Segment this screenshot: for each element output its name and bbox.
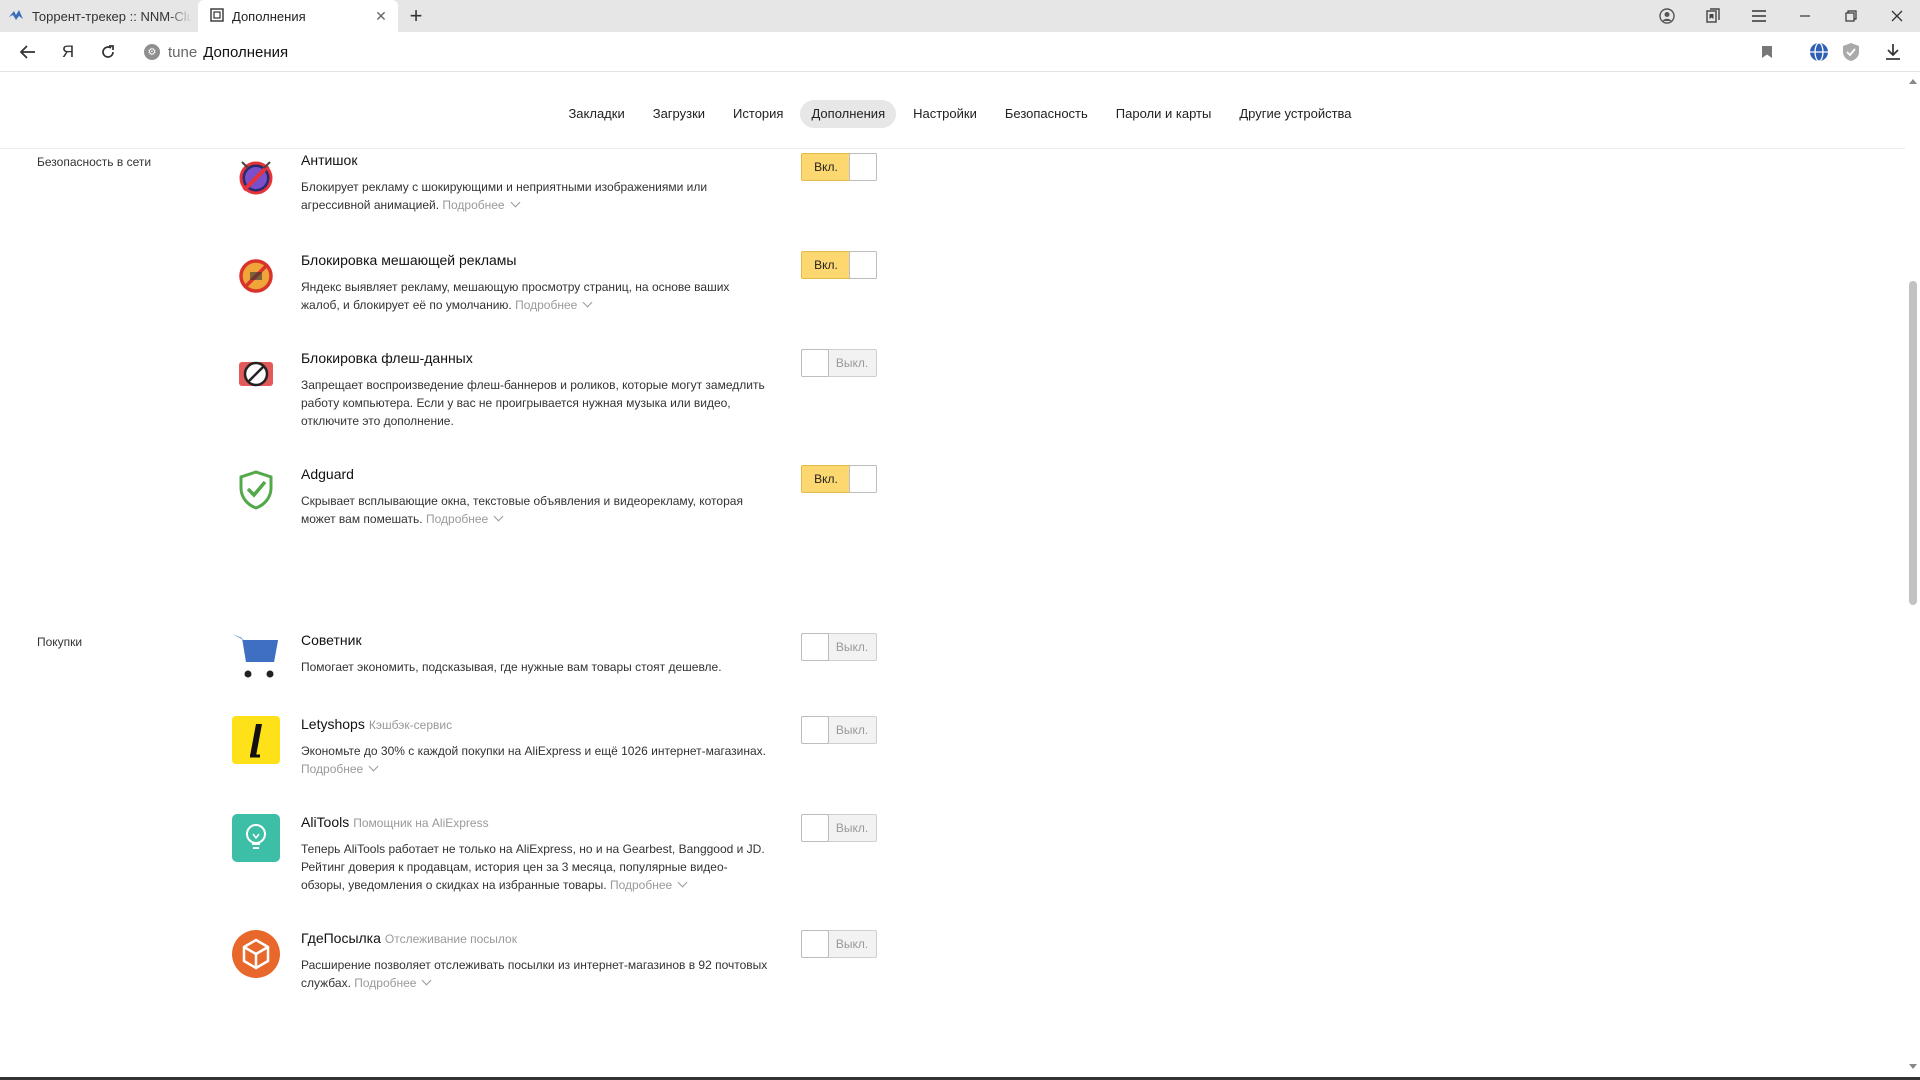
profile-icon[interactable] <box>1644 0 1690 32</box>
site-settings-icon[interactable]: ⚙ <box>144 44 160 60</box>
restore-icon[interactable] <box>1828 0 1874 32</box>
settings-tabs: Закладки Загрузки История Дополнения Нас… <box>0 100 1920 128</box>
extension-name: Антишок <box>301 152 358 168</box>
scroll-down-icon[interactable] <box>1909 1064 1917 1069</box>
tab-nnm-club[interactable]: Торрент-трекер :: NNM-Club <box>0 0 196 32</box>
more-link[interactable]: Подробнее <box>442 197 521 212</box>
antishock-icon <box>232 152 280 200</box>
tab-extensions[interactable]: Дополнения ✕ <box>198 0 398 32</box>
header-divider <box>0 148 1905 149</box>
scroll-up-icon[interactable] <box>1909 79 1917 84</box>
extension-description: Помогает экономить, подсказывая, где нуж… <box>301 660 722 674</box>
bookmark-icon[interactable] <box>1753 38 1781 66</box>
section-title-shopping: Покупки <box>37 635 83 649</box>
extension-description: Блокирует рекламу с шокирующими и неприя… <box>301 180 708 212</box>
flash-block-icon <box>232 350 280 398</box>
window-controls <box>1644 0 1920 32</box>
extension-description: Скрывает всплывающие окна, текстовые объ… <box>301 494 743 526</box>
protect-shield-icon[interactable] <box>1837 38 1865 66</box>
downloads-icon[interactable] <box>1879 38 1907 66</box>
minimize-icon[interactable] <box>1782 0 1828 32</box>
chevron-down-icon <box>368 761 379 772</box>
shopping-cart-icon <box>232 632 280 680</box>
collections-icon[interactable] <box>1690 0 1736 32</box>
address-bar[interactable]: ⚙ tune Дополнения <box>134 37 1760 67</box>
settings-tab-downloads[interactable]: Загрузки <box>642 100 716 128</box>
close-tab-icon[interactable]: ✕ <box>370 5 392 27</box>
extension-description: Яндекс выявляет рекламу, мешающую просмо… <box>301 280 730 312</box>
tab-title: Торрент-трекер :: NNM-Club <box>32 8 192 24</box>
menu-hamburger-icon[interactable] <box>1736 0 1782 32</box>
back-arrow-icon[interactable] <box>14 38 42 66</box>
settings-tab-devices[interactable]: Другие устройства <box>1228 100 1362 128</box>
settings-tab-bookmarks[interactable]: Закладки <box>557 100 635 128</box>
extension-name: Блокировка флеш-данных <box>301 350 473 366</box>
letyshops-icon <box>232 716 280 764</box>
extension-name: Блокировка мешающей рекламы <box>301 252 517 268</box>
extension-description: Экономьте до 30% с каждой покупки на Ali… <box>301 744 767 776</box>
extension-description: Расширение позволяет отслеживать посылки… <box>301 958 768 990</box>
alitools-toggle[interactable]: Выкл. <box>801 814 877 842</box>
extension-subtitle: Помощник на AliExpress <box>353 816 489 830</box>
yandex-logo-icon[interactable]: Я <box>54 38 82 66</box>
more-link[interactable]: Подробнее <box>301 761 379 776</box>
letyshops-toggle[interactable]: Выкл. <box>801 716 877 744</box>
sovetnik-toggle[interactable]: Выкл. <box>801 633 877 661</box>
tab-strip: Торрент-трекер :: NNM-Club Дополнения ✕ … <box>0 0 1920 32</box>
scrollbar-thumb[interactable] <box>1909 281 1917 605</box>
extensions-page-icon <box>210 7 224 25</box>
extension-name: Советник <box>301 632 362 648</box>
antishock-toggle[interactable]: Вкл. <box>801 153 877 181</box>
tab-title: Дополнения <box>232 8 306 24</box>
adguard-toggle[interactable]: Вкл. <box>801 465 877 493</box>
more-link[interactable]: Подробнее <box>426 511 504 526</box>
address-protocol: tune <box>168 43 198 61</box>
extension-description: Теперь AliTools работает не только на Al… <box>301 842 765 892</box>
section-title-security: Безопасность в сети <box>37 155 152 169</box>
more-link[interactable]: Подробнее <box>354 975 432 990</box>
more-link[interactable]: Подробнее <box>515 297 593 312</box>
reload-icon[interactable] <box>94 38 122 66</box>
extension-description: Запрещает воспроизведение флеш-баннеров … <box>301 378 765 428</box>
navigation-bar: Я ⚙ tune Дополнения <box>0 32 1920 72</box>
extension-subtitle: Кэшбэк-сервис <box>368 718 453 732</box>
extension-name: Letyshops Кэшбэк-сервис <box>301 716 453 732</box>
chevron-down-icon <box>677 877 688 888</box>
extension-subtitle: Отслеживание посылок <box>384 932 517 946</box>
address-text: Дополнения <box>203 43 289 61</box>
chevron-down-icon <box>582 297 593 308</box>
settings-tab-security[interactable]: Безопасность <box>994 100 1099 128</box>
alitools-lightbulb-icon <box>232 814 280 862</box>
close-window-icon[interactable] <box>1874 0 1920 32</box>
settings-tab-passwords[interactable]: Пароли и карты <box>1105 100 1223 128</box>
parcel-box-icon <box>232 930 280 978</box>
page-scrollbar[interactable] <box>1905 73 1920 1077</box>
more-link[interactable]: Подробнее <box>610 877 688 892</box>
new-tab-icon[interactable]: + <box>404 3 428 28</box>
flash-block-toggle[interactable]: Выкл. <box>801 349 877 377</box>
settings-tab-settings[interactable]: Настройки <box>902 100 988 128</box>
globe-extension-icon[interactable] <box>1805 38 1833 66</box>
settings-tab-history[interactable]: История <box>722 100 794 128</box>
ad-block-icon <box>232 252 280 300</box>
ad-block-toggle[interactable]: Вкл. <box>801 251 877 279</box>
gdeposylka-toggle[interactable]: Выкл. <box>801 930 877 958</box>
extension-name: ГдеПосылка Отслеживание посылок <box>301 930 517 946</box>
nnm-club-favicon-icon <box>8 7 24 26</box>
chevron-down-icon <box>493 511 504 522</box>
adguard-shield-icon <box>232 466 280 514</box>
chevron-down-icon <box>510 197 521 208</box>
chevron-down-icon <box>422 975 432 986</box>
settings-tab-extensions[interactable]: Дополнения <box>800 100 897 128</box>
extension-name: Adguard <box>301 466 354 482</box>
extension-name: AliTools Помощник на AliExpress <box>301 814 489 830</box>
